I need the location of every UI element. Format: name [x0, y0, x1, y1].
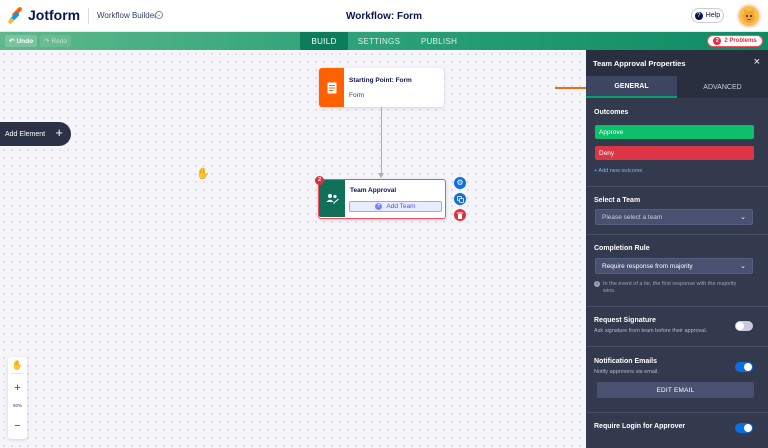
plus-circle-icon: +: [375, 203, 383, 210]
panel-tabs: GENERAL ADVANCED: [586, 76, 768, 98]
section-divider: [586, 306, 768, 307]
redo-button[interactable]: ↷ Redo: [40, 35, 71, 47]
close-icon[interactable]: ×: [754, 56, 760, 68]
tab-settings[interactable]: SETTINGS: [348, 32, 410, 50]
error-badge: 2: [315, 176, 324, 185]
outcomes-title: Outcomes: [594, 109, 629, 116]
workflow-builder-menu[interactable]: Workflow Builder: [97, 11, 157, 20]
notification-emails-title: Notification Emails: [594, 358, 658, 365]
completion-rule-title: Completion Rule: [594, 245, 650, 252]
problems-count-text: 2: [724, 38, 728, 44]
team-approval-icon: [326, 194, 339, 204]
outcome-deny[interactable]: Deny: [595, 146, 754, 160]
header-divider: [88, 8, 89, 24]
add-element-button[interactable]: Add Element +: [0, 122, 71, 146]
workflow-canvas[interactable]: Add Element + ✋: [0, 50, 586, 448]
panel-title: Team Approval Properties: [593, 59, 686, 68]
copy-icon: [456, 195, 464, 203]
problems-button[interactable]: 2 2 Problems: [707, 35, 763, 47]
problems-label: Problems: [729, 38, 757, 44]
notification-emails-desc: Notify approvers via email.: [594, 369, 659, 375]
chevron-down-icon: ⌄: [740, 263, 746, 270]
require-login-title: Require Login for Approver: [594, 423, 686, 430]
start-node-icon-area: [319, 68, 344, 107]
add-team-label: Add Team: [386, 203, 416, 210]
select-team-title: Select a Team: [594, 197, 641, 204]
zoom-controls: ✋ + 50% −: [8, 357, 27, 439]
problems-count: 2: [713, 37, 722, 45]
node-settings-button[interactable]: ⚙: [454, 177, 466, 189]
add-team-button[interactable]: + Add Team: [349, 201, 442, 212]
jotform-logo[interactable]: Jotform: [7, 6, 81, 25]
plus-icon: +: [55, 125, 63, 140]
request-signature-title: Request Signature: [594, 317, 656, 324]
top-header: Jotform Workflow Builder ⌄ Workflow: For…: [0, 0, 768, 32]
avatar-cat-icon: [743, 8, 755, 23]
completion-rule-note: In the event of a tie, the first respons…: [603, 281, 737, 294]
redo-icon: ↷: [44, 38, 50, 45]
undo-icon: ↶: [9, 38, 15, 45]
start-node-title: Starting Point: Form: [349, 77, 412, 84]
jotform-logo-icon: [7, 6, 24, 25]
team-approval-node[interactable]: Team Approval + Add Team: [318, 179, 446, 219]
tab-advanced[interactable]: ADVANCED: [677, 76, 768, 98]
section-divider: [586, 234, 768, 235]
zoom-level: 50%: [12, 403, 22, 408]
completion-rule-value: Require response from majority: [602, 262, 693, 270]
help-label: Help: [705, 12, 721, 19]
start-node-subtitle: Form: [349, 92, 365, 99]
help-icon: ?: [694, 11, 703, 20]
connector-arrow-icon: [378, 173, 384, 178]
approval-node-icon-area: [319, 180, 345, 217]
trash-icon: [457, 212, 463, 219]
brand-name: Jotform: [28, 7, 81, 23]
zoom-in-icon[interactable]: +: [8, 382, 27, 394]
form-document-icon: [327, 82, 336, 93]
gear-icon: ⚙: [456, 178, 464, 187]
notification-emails-toggle[interactable]: [735, 362, 753, 372]
add-outcome-link[interactable]: + Add new outcome: [594, 168, 642, 174]
properties-panel: Team Approval Properties × GENERAL ADVAN…: [586, 50, 768, 448]
node-connector: [381, 107, 382, 177]
zoom-out-icon[interactable]: −: [8, 420, 27, 432]
select-team-dropdown[interactable]: Please select a team ⌄: [595, 209, 753, 225]
tab-build[interactable]: BUILD: [300, 32, 348, 50]
hand-cursor-icon: ✋: [196, 168, 210, 180]
completion-rule-dropdown[interactable]: Require response from majority ⌄: [595, 258, 753, 274]
outcome-approve[interactable]: Approve: [595, 125, 754, 139]
builder-tabs: BUILD SETTINGS PUBLISH: [300, 32, 468, 50]
node-duplicate-button[interactable]: [454, 193, 466, 205]
edit-email-button[interactable]: EDIT EMAIL: [597, 382, 754, 398]
request-signature-desc: Ask signature from team before their app…: [594, 328, 708, 334]
section-divider: [586, 186, 768, 187]
add-element-label: Add Element: [5, 130, 46, 138]
chevron-down-icon[interactable]: ⌄: [155, 11, 163, 19]
approval-node-title: Team Approval: [350, 187, 397, 194]
node-delete-button[interactable]: [454, 209, 466, 221]
start-node[interactable]: Starting Point: Form Form: [319, 68, 444, 107]
tab-general[interactable]: GENERAL: [586, 76, 677, 98]
request-signature-toggle[interactable]: [735, 321, 753, 331]
avatar[interactable]: [737, 4, 761, 28]
require-login-toggle[interactable]: [735, 423, 753, 433]
section-divider: [586, 412, 768, 413]
section-divider: [586, 346, 768, 347]
panel-header: Team Approval Properties ×: [586, 50, 768, 76]
pan-hand-icon[interactable]: ✋: [8, 360, 27, 371]
chevron-down-icon: ⌄: [740, 214, 746, 221]
select-team-placeholder: Please select a team: [602, 213, 663, 221]
builder-toolbar: ↶ Undo ↷ Redo BUILD SETTINGS PUBLISH 2 2…: [0, 32, 768, 50]
help-button[interactable]: ? Help: [691, 8, 724, 23]
tab-publish[interactable]: PUBLISH: [410, 32, 468, 50]
info-icon: i: [594, 281, 600, 287]
zoom-divider: [11, 373, 24, 374]
undo-button[interactable]: ↶ Undo: [5, 35, 38, 47]
